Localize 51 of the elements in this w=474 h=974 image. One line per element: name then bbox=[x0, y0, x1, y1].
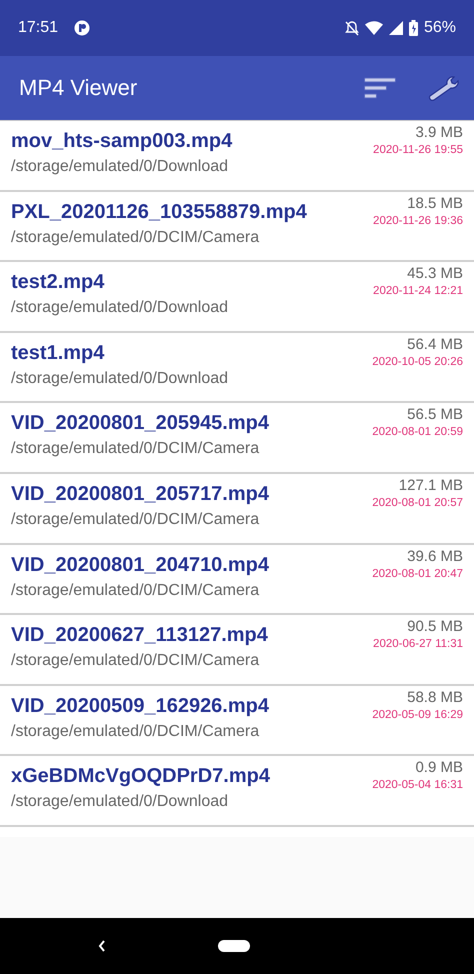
file-date: 2020-05-04 16:31 bbox=[372, 779, 463, 792]
file-size: 39.6 MB bbox=[407, 548, 463, 565]
file-path: /storage/emulated/0/DCIM/Camera bbox=[11, 510, 260, 529]
app-title: MP4 Viewer bbox=[19, 75, 138, 101]
signal-icon bbox=[388, 21, 403, 35]
back-icon[interactable] bbox=[98, 940, 106, 952]
status-time: 17:51 bbox=[18, 19, 58, 37]
file-path: /storage/emulated/0/DCIM/Camera bbox=[11, 440, 260, 458]
file-path: /storage/emulated/0/DCIM/Camera bbox=[11, 722, 260, 741]
home-button[interactable] bbox=[218, 940, 250, 952]
file-name[interactable]: VID_20200801_205945.mp4 bbox=[11, 412, 269, 436]
file-date: 2020-10-05 20:26 bbox=[372, 356, 463, 368]
file-size: 56.4 MB bbox=[407, 336, 463, 353]
file-size: 3.9 MB bbox=[415, 124, 463, 141]
file-name[interactable]: test2.mp4 bbox=[11, 271, 228, 294]
file-name[interactable]: xGeBDMcVgOQDPrD7.mp4 bbox=[11, 765, 270, 788]
app-notification-icon bbox=[74, 20, 90, 36]
file-path: /storage/emulated/0/Download bbox=[11, 158, 230, 176]
battery-percent: 56% bbox=[424, 19, 456, 37]
file-size: 18.5 MB bbox=[407, 194, 463, 212]
sort-icon[interactable] bbox=[364, 77, 396, 99]
file-size: 56.5 MB bbox=[407, 406, 463, 424]
file-path: /storage/emulated/0/Download bbox=[11, 793, 230, 812]
file-date: 2020-11-26 19:55 bbox=[373, 144, 463, 156]
bell-off-icon bbox=[344, 20, 359, 36]
file-date: 2020-06-27 11:31 bbox=[373, 638, 463, 650]
wifi-icon bbox=[364, 21, 383, 35]
file-path: /storage/emulated/0/DCIM/Camera bbox=[11, 228, 260, 247]
file-name[interactable]: mov_hts-samp003.mp4 bbox=[11, 130, 232, 153]
file-name[interactable]: VID_20200627_113127.mp4 bbox=[11, 624, 268, 648]
file-size: 90.5 MB bbox=[407, 618, 463, 636]
file-date: 2020-05-09 16:29 bbox=[372, 708, 463, 721]
battery-icon bbox=[408, 20, 418, 36]
file-name[interactable]: PXL_20201126_103558879.mp4 bbox=[11, 200, 307, 224]
file-path: /storage/emulated/0/DCIM/Camera bbox=[11, 582, 260, 600]
file-size: 45.3 MB bbox=[407, 265, 463, 282]
file-size: 127.1 MB bbox=[398, 476, 463, 494]
file-path: /storage/emulated/0/Download bbox=[11, 299, 228, 318]
file-name[interactable]: test1.mp4 bbox=[11, 342, 228, 365]
file-name[interactable]: VID_20200801_204710.mp4 bbox=[11, 554, 269, 577]
file-date: 2020-11-26 19:36 bbox=[373, 214, 463, 227]
file-size: 0.9 MB bbox=[415, 759, 463, 776]
file-date: 2020-11-24 12:21 bbox=[373, 285, 463, 298]
file-date: 2020-08-01 20:47 bbox=[372, 568, 463, 580]
file-path: /storage/emulated/0/Download bbox=[11, 370, 228, 388]
file-path: /storage/emulated/0/DCIM/Camera bbox=[11, 652, 260, 670]
file-name[interactable]: VID_20200801_205717.mp4 bbox=[11, 482, 269, 506]
file-date: 2020-08-01 20:57 bbox=[372, 496, 463, 509]
file-date: 2020-08-01 20:59 bbox=[372, 426, 463, 438]
file-name[interactable]: VID_20200509_162926.mp4 bbox=[11, 694, 269, 718]
file-size: 58.8 MB bbox=[407, 688, 463, 706]
